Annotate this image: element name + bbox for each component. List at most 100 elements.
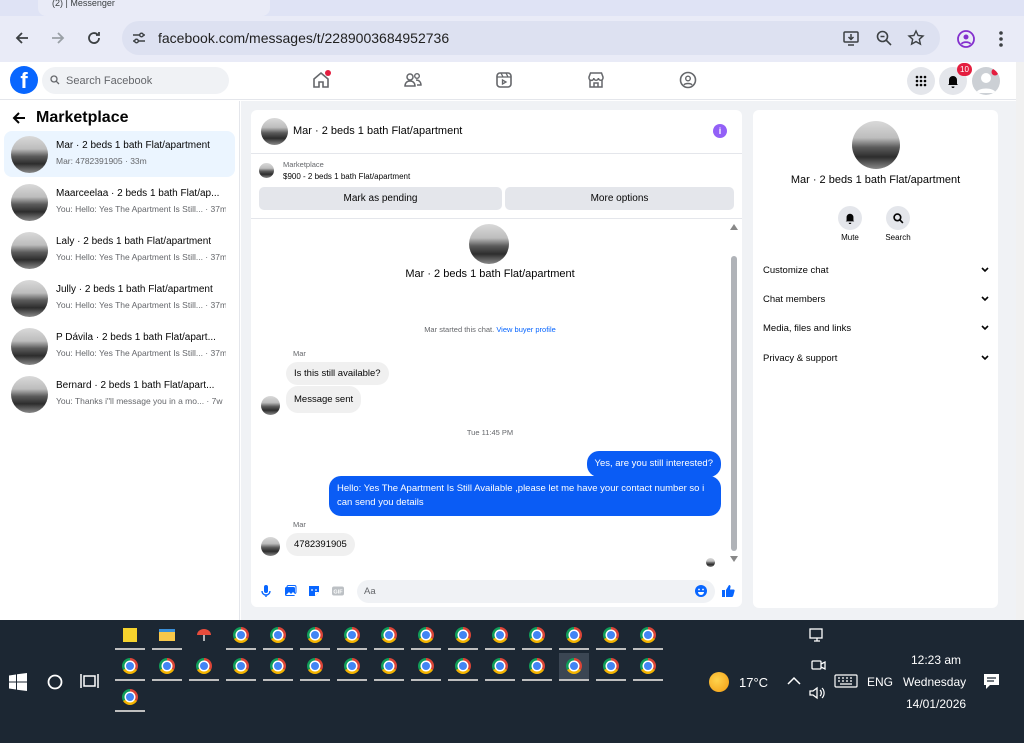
language-indicator[interactable]: ENG [867, 675, 893, 689]
chrome-app-active[interactable] [559, 653, 589, 681]
chrome-app[interactable] [596, 653, 626, 681]
video-icon[interactable] [493, 69, 515, 91]
sticky-notes-app[interactable] [115, 622, 145, 650]
zoom-icon[interactable] [875, 29, 893, 47]
back-arrow-icon[interactable] [12, 111, 26, 125]
chat-title[interactable]: Mar · 2 beds 1 bath Flat/apartment [293, 125, 462, 137]
thread-avatar[interactable] [469, 224, 509, 264]
chrome-app[interactable] [522, 622, 552, 650]
install-app-icon[interactable] [842, 29, 860, 47]
clock-day[interactable]: Wednesday [903, 675, 966, 689]
thread-scrollbar[interactable] [729, 218, 739, 563]
chrome-app[interactable] [226, 653, 256, 681]
incoming-message[interactable]: Message sent [286, 386, 362, 413]
chrome-app[interactable] [633, 653, 663, 681]
scroll-up-icon[interactable] [730, 224, 738, 230]
chat-members-section[interactable]: Chat members [763, 289, 989, 309]
task-view-icon[interactable] [80, 672, 100, 690]
chrome-app[interactable] [115, 653, 145, 681]
chrome-app[interactable] [596, 622, 626, 650]
keyboard-icon[interactable] [834, 674, 858, 688]
sticker-icon[interactable] [307, 584, 321, 598]
customize-chat-section[interactable]: Customize chat [763, 260, 989, 280]
chrome-app[interactable] [189, 653, 219, 681]
weather-umbrella-app[interactable] [189, 622, 219, 650]
chrome-app[interactable] [411, 653, 441, 681]
incoming-message[interactable]: Is this still available? [286, 362, 389, 385]
search-icon[interactable] [886, 206, 910, 230]
chrome-app[interactable] [448, 622, 478, 650]
microphone-icon[interactable] [259, 584, 273, 598]
marketplace-icon[interactable] [585, 69, 607, 91]
chrome-app[interactable] [300, 653, 330, 681]
conversation-item[interactable]: Mar · 2 beds 1 bath Flat/apartment Mar: … [4, 131, 235, 177]
weather-sun-icon[interactable] [709, 672, 729, 692]
gif-icon[interactable]: GIF [331, 584, 345, 598]
sender-avatar[interactable] [261, 396, 280, 415]
back-arrow-icon[interactable] [11, 27, 33, 49]
volume-icon[interactable] [808, 685, 826, 701]
chrome-app[interactable] [448, 653, 478, 681]
outgoing-message[interactable]: Yes, are you still interested? [586, 451, 721, 477]
chrome-app[interactable] [485, 622, 515, 650]
site-info-icon[interactable] [130, 29, 148, 47]
home-icon[interactable] [310, 69, 332, 91]
chrome-app[interactable] [374, 622, 404, 650]
media-files-links-section[interactable]: Media, files and links [763, 318, 989, 338]
chrome-app[interactable] [300, 622, 330, 650]
thumbs-up-icon[interactable] [721, 584, 735, 598]
account-avatar[interactable] [972, 67, 1000, 95]
mute-bell-icon[interactable] [838, 206, 862, 230]
chrome-app[interactable] [263, 653, 293, 681]
chrome-app[interactable] [411, 622, 441, 650]
chrome-app[interactable] [152, 653, 182, 681]
listing-row[interactable]: Marketplace $900 - 2 beds 1 bath Flat/ap… [251, 155, 742, 187]
forward-arrow-icon[interactable] [47, 27, 69, 49]
conversation-item[interactable]: Laly · 2 beds 1 bath Flat/apartment You:… [4, 227, 235, 273]
camera-icon[interactable] [810, 657, 826, 673]
conversation-item[interactable]: Maarceelaa · 2 beds 1 bath Flat/ap... Yo… [4, 179, 235, 225]
outgoing-message[interactable]: Hello: Yes The Apartment Is Still Availa… [329, 476, 721, 516]
chrome-app[interactable] [115, 684, 145, 712]
info-avatar[interactable] [852, 121, 900, 169]
info-icon[interactable]: i [713, 124, 727, 138]
browser-tab[interactable]: (2) | Messenger [38, 0, 270, 16]
conversation-item[interactable]: Bernard · 2 beds 1 bath Flat/apart... Yo… [4, 371, 235, 417]
privacy-support-section[interactable]: Privacy & support [763, 348, 989, 368]
sender-avatar[interactable] [261, 537, 280, 556]
chat-avatar[interactable] [261, 118, 288, 145]
clock-time[interactable]: 12:23 am [911, 653, 961, 667]
page-scrollbar[interactable] [1016, 62, 1024, 620]
scroll-down-icon[interactable] [730, 556, 738, 562]
address-bar[interactable]: facebook.com/messages/t/2289003684952736 [122, 21, 940, 55]
tray-chevron-up-icon[interactable] [787, 676, 801, 686]
groups-icon[interactable] [677, 69, 699, 91]
view-buyer-profile-link[interactable]: View buyer profile [496, 325, 555, 334]
notification-center-icon[interactable] [983, 673, 1000, 690]
clock-date[interactable]: 14/01/2026 [906, 697, 966, 711]
menu-kebab-icon[interactable] [994, 29, 1008, 49]
windows-start-icon[interactable] [9, 673, 27, 691]
profile-icon[interactable] [956, 29, 976, 49]
chrome-app[interactable] [559, 622, 589, 650]
chrome-app[interactable] [485, 653, 515, 681]
weather-temperature[interactable]: 17°C [739, 675, 768, 690]
chrome-app[interactable] [374, 653, 404, 681]
search-input[interactable]: Search Facebook [42, 67, 229, 94]
chrome-app[interactable] [633, 622, 663, 650]
chrome-app[interactable] [226, 622, 256, 650]
scrollbar-thumb[interactable] [731, 256, 737, 551]
facebook-logo[interactable]: f [10, 66, 38, 94]
chrome-app[interactable] [337, 653, 367, 681]
chrome-app[interactable] [522, 653, 552, 681]
incoming-message[interactable]: 4782391905 [286, 533, 355, 556]
friends-icon[interactable] [402, 69, 424, 91]
chrome-app[interactable] [337, 622, 367, 650]
menu-grid-icon[interactable] [907, 67, 935, 95]
file-explorer-app[interactable] [152, 622, 182, 650]
conversation-item[interactable]: Jully · 2 beds 1 bath Flat/apartment You… [4, 275, 235, 321]
conversation-item[interactable]: P Dávila · 2 beds 1 bath Flat/apart... Y… [4, 323, 235, 369]
photo-icon[interactable] [283, 584, 297, 598]
reload-icon[interactable] [83, 27, 105, 49]
chrome-app[interactable] [263, 622, 293, 650]
